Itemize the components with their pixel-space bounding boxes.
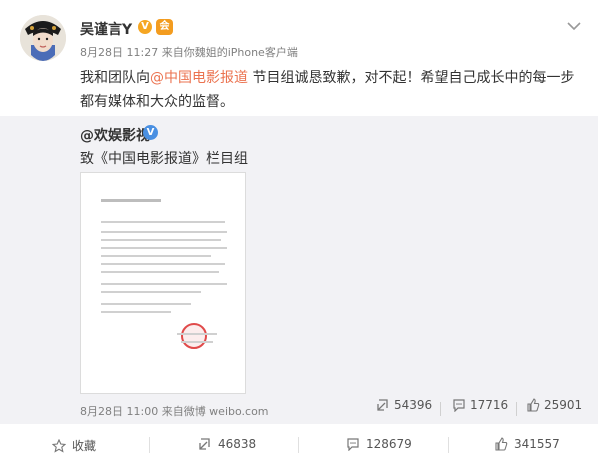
divider [516, 402, 517, 416]
divider [448, 437, 449, 453]
retweet-like-count: 25901 [544, 398, 583, 412]
favorite-button[interactable]: 收藏 [51, 437, 97, 454]
retweet-repost-stat[interactable]: 54396 [376, 398, 432, 412]
letter-line [101, 311, 171, 313]
comment-icon [453, 399, 465, 413]
chevron-down-icon[interactable] [566, 17, 582, 31]
author-name[interactable]: 吴谨言Y [80, 19, 132, 39]
post-text: 我和团队向@中国电影报道 节目组诚恳致歉，对不起！希望自己成长中的每一步都有媒体… [80, 66, 580, 114]
star-icon [51, 438, 67, 453]
verified-badge: V [138, 20, 152, 34]
retweet-block: @欢娱影视 V 致《中国电影报道》栏目组 8月28日 11:00 来自微博 we… [0, 116, 598, 424]
retweet-time-source[interactable]: 8月28日 11:00 来自微博 weibo.com [80, 403, 269, 419]
letter-line [101, 239, 221, 241]
retweet-comment-count: 17716 [470, 398, 509, 412]
favorite-label: 收藏 [72, 439, 97, 453]
retweet-author[interactable]: @欢娱影视 [80, 125, 150, 145]
post-source[interactable]: 来自你魏姐的iPhone客户端 [158, 46, 298, 59]
letter-line [101, 291, 201, 293]
letter-line [101, 221, 225, 223]
retweet-repost-count: 54396 [394, 398, 433, 412]
letter-title [101, 199, 161, 202]
repost-button[interactable]: 46838 [198, 437, 256, 451]
letter-line [181, 341, 213, 343]
comment-count: 128679 [366, 437, 412, 451]
letter-line [101, 271, 219, 273]
divider [149, 437, 150, 453]
retweet-like-stat[interactable]: 25901 [526, 398, 582, 412]
action-bar: 收藏 46838 128679 341557 [0, 424, 598, 464]
like-icon [527, 398, 540, 412]
comment-button[interactable]: 128679 [346, 437, 412, 452]
letter-line [101, 263, 225, 265]
post-time[interactable]: 8月28日 11:27 [80, 46, 158, 59]
retweet-comment-stat[interactable]: 17716 [452, 398, 509, 413]
avatar[interactable] [20, 15, 66, 61]
mention-link[interactable]: @中国电影报道 [150, 70, 248, 86]
retweet-verified-badge: V [143, 125, 158, 140]
weibo-post-card: 吴谨言Y V 会 8月28日 11:27 来自你魏姐的iPhone客户端 我和团… [0, 0, 598, 464]
avatar-image [20, 15, 66, 61]
letter-line [101, 231, 227, 233]
repost-count: 46838 [218, 437, 257, 451]
letter-line [101, 283, 227, 285]
letter-image[interactable] [80, 172, 246, 394]
letter-line [101, 255, 211, 257]
like-count: 341557 [514, 437, 560, 451]
repost-icon [199, 438, 210, 450]
red-seal [181, 323, 207, 349]
divider [440, 402, 441, 416]
letter-line [177, 333, 217, 335]
letter-line [101, 247, 227, 249]
member-badge[interactable]: 会 [156, 19, 173, 35]
repost-icon [377, 399, 388, 411]
post-meta: 8月28日 11:27 来自你魏姐的iPhone客户端 [80, 44, 298, 60]
like-button[interactable]: 341557 [494, 437, 560, 451]
like-icon [495, 437, 508, 451]
retweet-text: 致《中国电影报道》栏目组 [80, 151, 248, 167]
post-text-start: 我和团队向 [80, 70, 150, 86]
comment-icon [347, 438, 359, 452]
letter-line [101, 303, 191, 305]
divider [298, 437, 299, 453]
